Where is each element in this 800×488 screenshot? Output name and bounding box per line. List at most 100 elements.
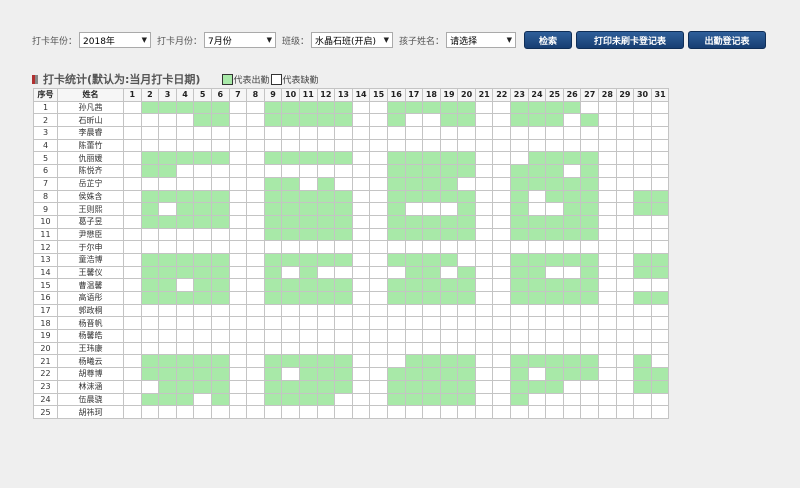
attendance-cell-present [545, 252, 564, 267]
table-row: 12 于尔申 [33, 240, 670, 254]
attendance-sheet-button[interactable]: 出勤登记表 [688, 31, 767, 49]
attendance-cell-present [386, 176, 406, 191]
attendance-cell-absent [228, 329, 248, 343]
attendance-cell-present [510, 354, 529, 369]
attendance-cell-absent [369, 164, 388, 178]
child-select[interactable]: 请选择 ▼ [446, 32, 517, 48]
attendance-cell-absent [562, 126, 582, 140]
attendance-cell-absent [228, 341, 248, 356]
day-header: 5 [193, 88, 212, 102]
row-name: 石昕山 [57, 113, 124, 128]
attendance-cell-present [562, 202, 582, 216]
attendance-cell-absent [210, 176, 230, 191]
attendance-cell-absent [492, 341, 512, 356]
attendance-cell-absent [527, 202, 547, 216]
attendance-cell-present [140, 278, 160, 292]
attendance-cell-present [580, 113, 600, 128]
attendance-cell-absent [633, 303, 652, 318]
attendance-cell-absent [351, 202, 371, 216]
attendance-cell-present [527, 354, 547, 369]
search-button[interactable]: 检索 [524, 31, 573, 49]
day-header: 25 [545, 88, 564, 102]
attendance-cell-absent [316, 126, 336, 140]
attendance-cell-absent [210, 329, 230, 343]
attendance-cell-absent [474, 202, 494, 216]
attendance-cell-absent [439, 303, 459, 318]
attendance-cell-absent [193, 138, 212, 153]
table-row: 2 石昕山 [33, 113, 670, 128]
attendance-cell-absent [615, 405, 635, 419]
attendance-cell-absent [123, 100, 142, 115]
attendance-cell-absent [650, 227, 670, 242]
attendance-cell-present [298, 227, 318, 242]
attendance-cell-absent [492, 329, 512, 343]
row-name: 胡尊博 [57, 367, 124, 381]
attendance-cell-present [386, 278, 406, 292]
attendance-cell-absent [228, 113, 248, 128]
year-select[interactable]: 2018年 ▼ [79, 32, 152, 48]
print-unswiped-button[interactable]: 打印未刷卡登记表 [576, 31, 685, 49]
table-row: 10 葛子昱 [33, 214, 670, 229]
attendance-cell-present [510, 164, 529, 178]
attendance-cell-absent [545, 392, 564, 407]
attendance-cell-present [316, 227, 336, 242]
attendance-cell-absent [246, 316, 265, 331]
attendance-cell-present [545, 367, 564, 381]
attendance-cell-absent [369, 278, 388, 292]
attendance-cell-absent [562, 303, 582, 318]
attendance-cell-absent [123, 303, 142, 318]
attendance-cell-absent [334, 265, 353, 280]
attendance-cell-present [439, 214, 459, 229]
attendance-cell-present [580, 176, 600, 191]
attendance-cell-present [404, 100, 424, 115]
attendance-cell-absent [334, 316, 353, 331]
attendance-cell-absent [404, 138, 424, 153]
attendance-cell-present [545, 278, 564, 292]
month-select[interactable]: 7月份 ▼ [204, 32, 277, 48]
attendance-cell-present [580, 265, 600, 280]
attendance-cell-absent [474, 151, 494, 166]
attendance-cell-absent [615, 392, 635, 407]
attendance-cell-present [439, 100, 459, 115]
attendance-cell-absent [369, 176, 388, 191]
table-row: 4 陈蕾竹 [33, 138, 670, 153]
row-index: 7 [33, 176, 58, 191]
attendance-cell-present [140, 189, 160, 204]
attendance-cell-present [527, 379, 547, 394]
attendance-cell-present [439, 113, 459, 128]
attendance-cell-absent [598, 138, 617, 153]
attendance-cell-absent [545, 126, 564, 140]
attendance-cell-present [650, 252, 670, 267]
attendance-cell-present [457, 265, 476, 280]
attendance-cell-absent [369, 405, 388, 419]
attendance-cell-present [316, 189, 336, 204]
attendance-cell-present [334, 379, 353, 394]
attendance-cell-absent [598, 151, 617, 166]
class-select[interactable]: 水晶石班(开启) ▼ [311, 32, 394, 48]
row-name: 陈蕾竹 [57, 138, 124, 153]
attendance-cell-present [545, 113, 564, 128]
attendance-cell-present [527, 265, 547, 280]
attendance-cell-present [633, 202, 652, 216]
attendance-cell-absent [369, 126, 388, 140]
attendance-cell-present [193, 113, 212, 128]
attendance-cell-absent [298, 176, 318, 191]
attendance-cell-present [334, 151, 353, 166]
attendance-cell-present [422, 392, 441, 407]
day-header: 27 [580, 88, 600, 102]
attendance-cell-present [422, 379, 441, 394]
table-row: 22 胡尊博 [33, 367, 670, 381]
attendance-cell-absent [439, 316, 459, 331]
attendance-cell-present [281, 113, 300, 128]
day-header: 20 [457, 88, 476, 102]
attendance-cell-absent [351, 329, 371, 343]
attendance-cell-absent [334, 405, 353, 419]
attendance-cell-absent [158, 316, 177, 331]
attendance-cell-present [439, 367, 459, 381]
attendance-cell-absent [140, 303, 160, 318]
attendance-cell-absent [228, 176, 248, 191]
day-header: 29 [615, 88, 635, 102]
attendance-cell-absent [439, 240, 459, 254]
attendance-cell-absent [404, 240, 424, 254]
attendance-cell-absent [281, 329, 300, 343]
